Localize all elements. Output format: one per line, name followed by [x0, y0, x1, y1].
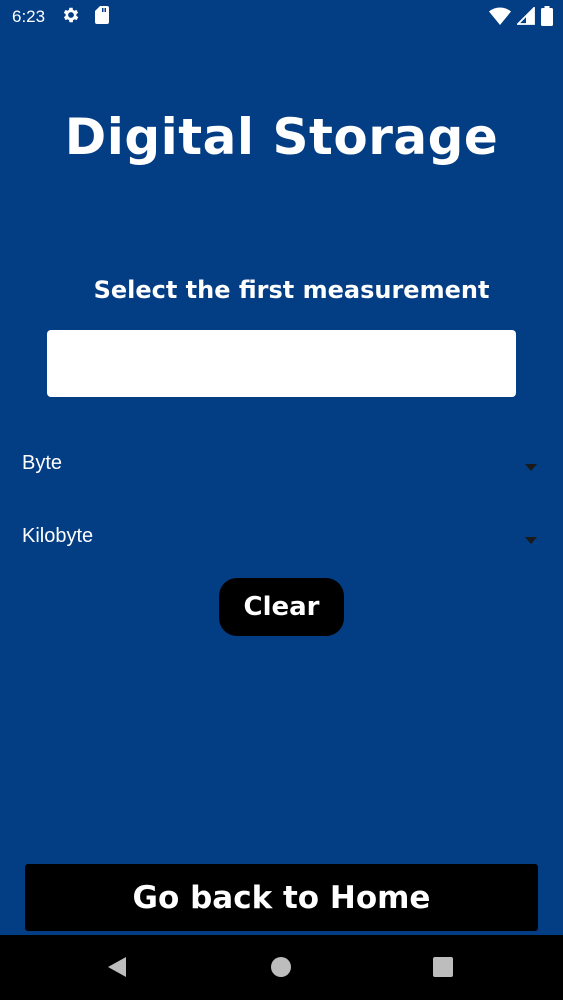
dropdown-arrow-icon [525, 531, 537, 549]
to-unit-dropdown[interactable]: Kilobyte [0, 511, 563, 561]
wifi-icon [489, 7, 511, 30]
dropdown-arrow-icon [525, 458, 537, 476]
status-right-icons [489, 5, 553, 31]
measurement-prompt: Select the first measurement [93, 276, 490, 304]
to-unit-label: Kilobyte [22, 524, 94, 547]
system-navigation-bar [0, 935, 563, 1000]
status-time: 6:23 [12, 7, 46, 26]
from-unit-label: Byte [22, 451, 63, 474]
status-left-icons [61, 5, 110, 30]
battery-icon [541, 6, 553, 31]
page-title: Digital Storage [64, 108, 499, 166]
back-icon[interactable] [106, 955, 128, 984]
home-icon[interactable] [270, 956, 292, 983]
recents-icon[interactable] [432, 956, 454, 983]
status-bar: 6:23 [0, 0, 563, 34]
clear-button[interactable]: Clear [219, 578, 344, 636]
measurement-input[interactable] [47, 330, 516, 397]
gear-icon [61, 5, 81, 30]
signal-icon [515, 5, 535, 30]
sd-card-icon [95, 5, 110, 29]
from-unit-dropdown[interactable]: Byte [0, 438, 563, 488]
go-home-button[interactable]: Go back to Home [25, 864, 538, 931]
